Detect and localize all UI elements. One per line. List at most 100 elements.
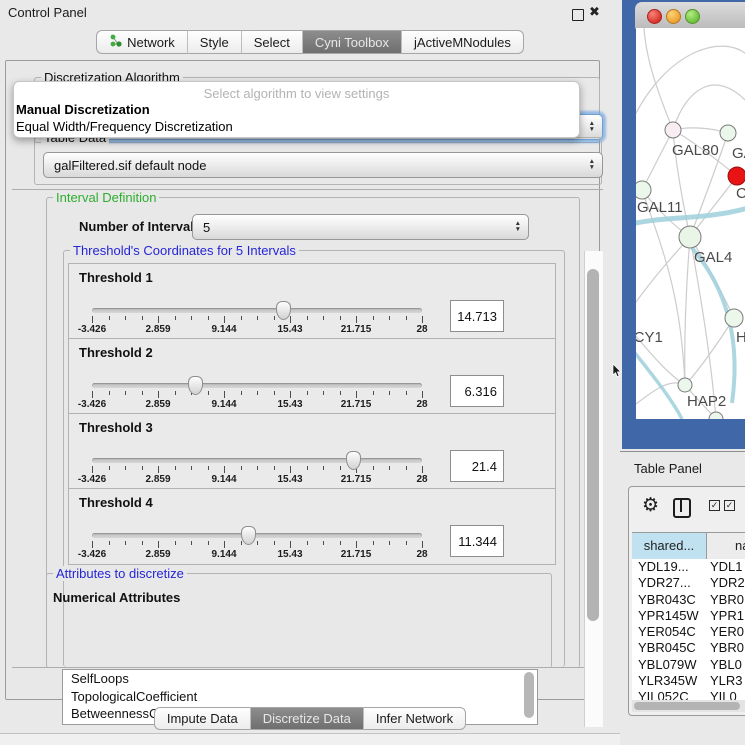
slider-track[interactable]	[92, 458, 422, 463]
axis-tick-label: 2.859	[145, 399, 170, 410]
slider-thumb[interactable]	[346, 451, 361, 470]
table-row[interactable]: YER054CYER0	[632, 624, 745, 640]
close-traffic-light-icon[interactable]	[647, 9, 662, 24]
zoom-traffic-light-icon[interactable]	[685, 9, 700, 24]
panel-vertical-scrollbar[interactable]	[584, 251, 603, 727]
table-data-combo[interactable]: galFiltered.sif default node ▲▼	[43, 152, 603, 178]
axis-tick-label: 2.859	[145, 474, 170, 485]
algorithm-option[interactable]: Manual Discretization	[14, 101, 579, 118]
tick-mark	[373, 391, 374, 395]
table-row[interactable]: YLR345WYLR3	[632, 673, 745, 689]
tick-mark	[158, 316, 159, 323]
tick-mark	[307, 391, 308, 395]
algorithm-option[interactable]: Equal Width/Frequency Discretization	[14, 118, 579, 135]
tick-mark	[257, 541, 258, 545]
gear-icon[interactable]: ⚙	[642, 494, 659, 517]
tick-mark	[340, 466, 341, 470]
axis-tick-label: 21.715	[341, 399, 372, 410]
tick-mark	[307, 466, 308, 470]
network-window-titlebar[interactable]	[635, 2, 745, 29]
threshold-value-field[interactable]: 14.713	[450, 300, 504, 332]
threshold-coordinates-label: Threshold's Coordinates for 5 Intervals	[70, 243, 299, 258]
tab-label: Discretize Data	[263, 711, 351, 726]
tick-mark	[175, 316, 176, 320]
threshold-value-field[interactable]: 11.344	[450, 525, 504, 557]
axis-tick-label: -3.426	[78, 549, 106, 560]
table-panel-title: Table Panel	[634, 461, 702, 476]
table-row[interactable]: YBR043CYBR0	[632, 592, 745, 608]
tick-mark	[257, 316, 258, 320]
tick-mark	[142, 391, 143, 395]
tick-mark	[389, 316, 390, 320]
tab-infer-network[interactable]: Infer Network	[363, 707, 466, 730]
table-row[interactable]: YDR27...YDR2	[632, 575, 745, 591]
axis-tick-label: 9.144	[211, 549, 236, 560]
table-row[interactable]: YDL19...YDL1	[632, 559, 745, 575]
slider-track[interactable]	[92, 533, 422, 538]
tick-mark	[290, 466, 291, 473]
slider-track[interactable]	[92, 308, 422, 313]
attribute-item[interactable]: SelfLoops	[63, 670, 537, 688]
minimize-traffic-light-icon[interactable]	[666, 9, 681, 24]
split-divider[interactable]	[620, 451, 745, 452]
slider-thumb[interactable]	[276, 301, 291, 320]
network-node	[728, 167, 745, 185]
tick-mark	[224, 391, 225, 398]
slider-thumb[interactable]	[241, 526, 256, 545]
number-of-intervals-combo[interactable]: 5 ▲▼	[192, 214, 529, 240]
table-row[interactable]: YBR045CYBR0	[632, 640, 745, 656]
tick-mark	[125, 391, 126, 395]
threshold-value-field[interactable]: 21.4	[450, 450, 504, 482]
network-canvas[interactable]: GAL80GACGAL11GAL4GCY1HHAP2	[636, 28, 745, 419]
cell-name: YDR2	[706, 575, 745, 591]
column-header-shared-name[interactable]: shared...	[632, 533, 707, 559]
threshold-row: Threshold 3-3.4262.8599.14415.4321.71528…	[68, 413, 556, 490]
tick-mark	[290, 316, 291, 323]
network-node-label: H	[736, 329, 745, 346]
tab-cyni-toolbox[interactable]: Cyni Toolbox	[302, 30, 401, 54]
algorithm-popup-hint: Select algorithm to view settings	[14, 86, 579, 101]
axis-tick-label: -3.426	[78, 474, 106, 485]
slider-track[interactable]	[92, 383, 422, 388]
number-of-intervals-value: 5	[203, 220, 210, 235]
tab-select[interactable]: Select	[241, 30, 302, 54]
close-icon[interactable]: ✖	[589, 4, 600, 20]
float-window-icon[interactable]	[572, 9, 584, 21]
threshold-value-field[interactable]: 6.316	[450, 375, 504, 407]
tab-label: Impute Data	[167, 711, 238, 726]
tab-jactivemnodules[interactable]: jActiveMNodules	[401, 30, 524, 54]
tick-mark	[323, 466, 324, 470]
tick-mark	[191, 541, 192, 545]
checkbox-icon[interactable]: ✓	[724, 500, 735, 511]
table-row[interactable]: YPR145WYPR1	[632, 608, 745, 624]
tick-mark	[109, 391, 110, 395]
scrollbar-thumb[interactable]	[634, 702, 740, 710]
scrollbar-thumb[interactable]	[587, 269, 599, 621]
column-header-name[interactable]: na...	[707, 533, 745, 559]
split-columns-icon[interactable]	[673, 498, 691, 518]
tab-discretize-data[interactable]: Discretize Data	[250, 707, 363, 730]
network-edge-thick	[636, 348, 682, 419]
cell-name: YBR0	[706, 640, 745, 656]
table-header-row: shared... na...	[632, 532, 745, 560]
cell-shared-name: YER054C	[632, 624, 706, 640]
slider-thumb[interactable]	[188, 376, 203, 395]
table-row[interactable]: YBL079WYBL0	[632, 657, 745, 673]
table-horizontal-scrollbar[interactable]	[632, 700, 745, 712]
attribute-item[interactable]: TopologicalCoefficient	[63, 688, 537, 706]
tab-impute-data[interactable]: Impute Data	[154, 707, 250, 730]
axis-tick-label: 2.859	[145, 549, 170, 560]
threshold-row: Threshold 2-3.4262.8599.14415.4321.71528…	[68, 338, 556, 415]
tab-style[interactable]: Style	[187, 30, 241, 54]
stepper-arrows-icon: ▲▼	[589, 115, 595, 139]
threshold-name: Threshold 1	[79, 270, 153, 285]
threshold-name: Threshold 4	[79, 495, 153, 510]
axis-tick-label: 28	[416, 399, 427, 410]
checkbox-icon[interactable]: ✓	[709, 500, 720, 511]
axis-tick-label: 9.144	[211, 399, 236, 410]
network-node	[679, 226, 701, 248]
tab-network[interactable]: Network	[96, 30, 187, 54]
network-node	[720, 125, 736, 141]
network-edge	[685, 237, 690, 385]
tick-mark	[373, 316, 374, 320]
